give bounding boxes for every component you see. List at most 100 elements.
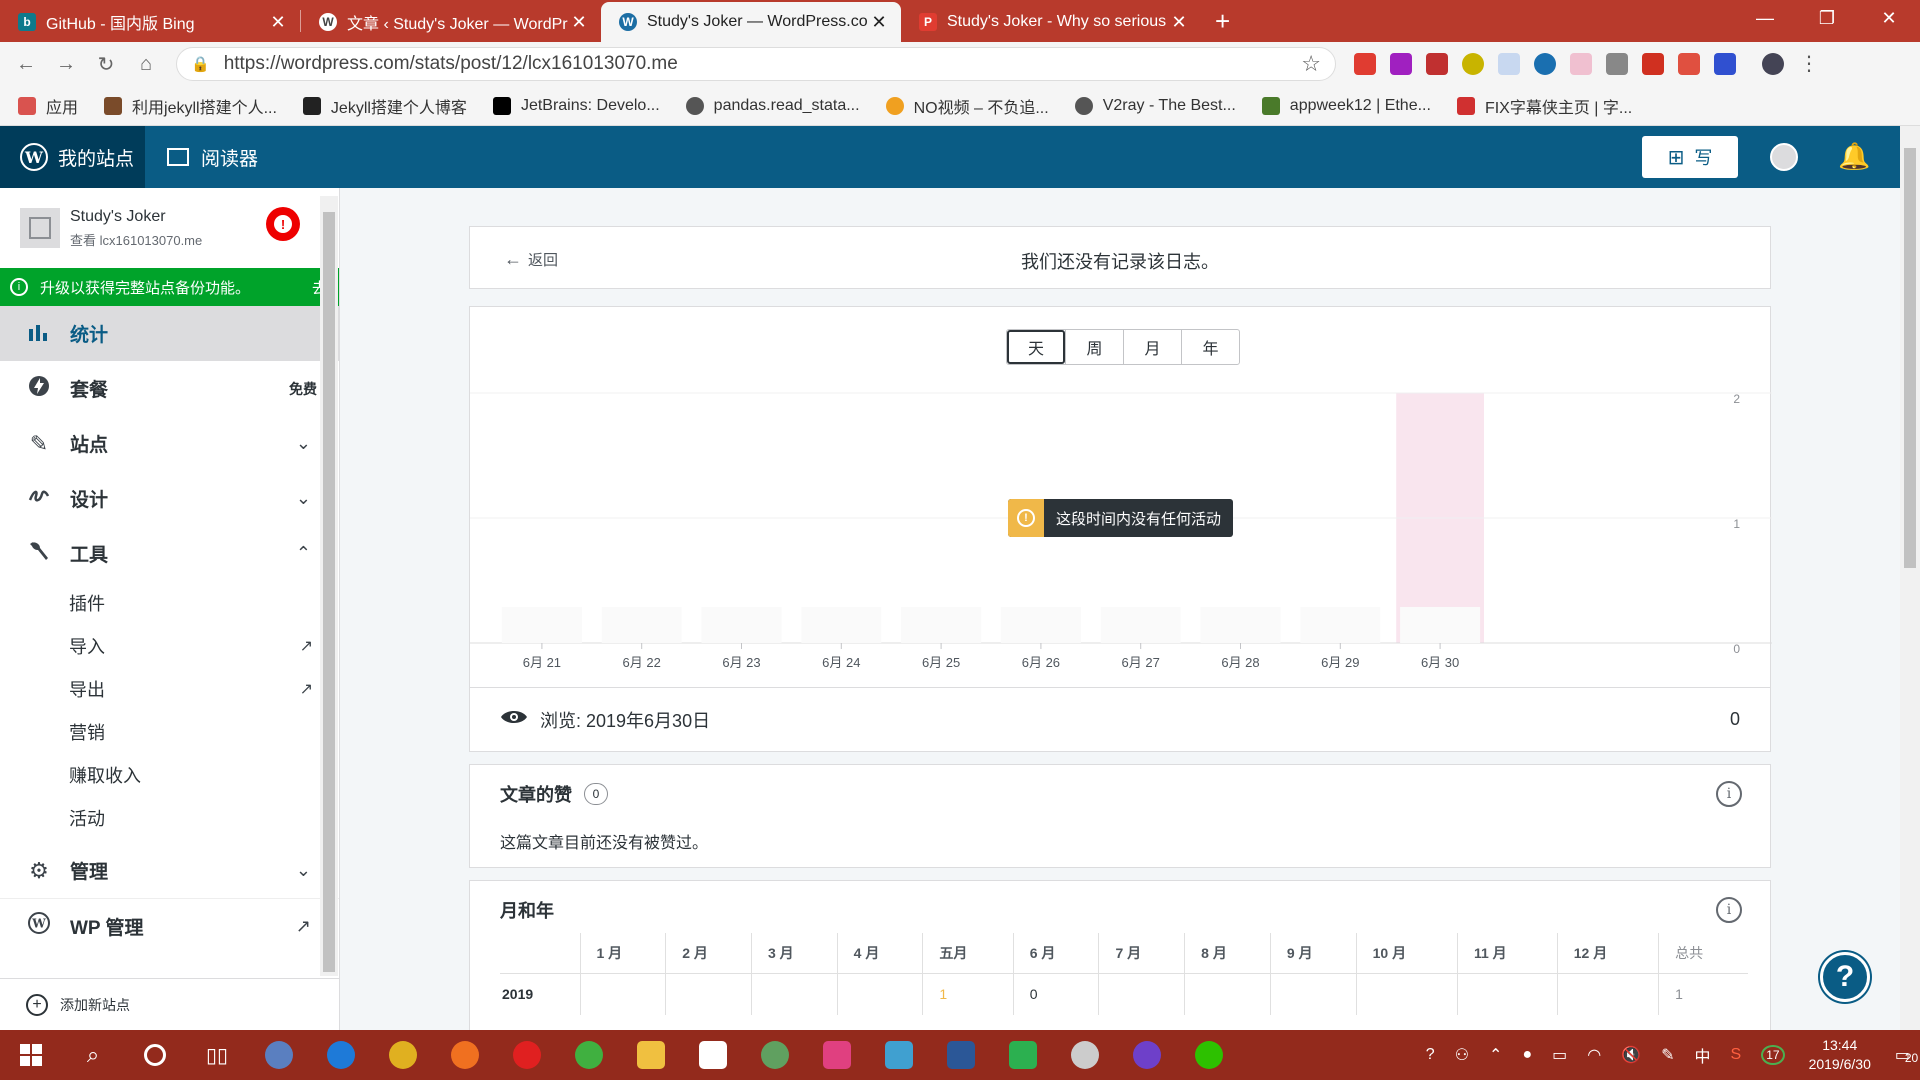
sidebar-subitem-earn[interactable]: 赚取收入 (0, 753, 339, 796)
star-icon[interactable]: ☆ (1301, 51, 1321, 77)
notifications-bell-icon[interactable]: 🔔 (1838, 141, 1870, 172)
address-bar[interactable]: 🔒 https://wordpress.com/stats/post/12/lc… (176, 47, 1336, 81)
sidebar-item-plans[interactable]: 套餐 免费 (0, 361, 339, 416)
chrome-icon[interactable] (372, 1041, 434, 1069)
sidebar-item-wp-admin[interactable]: W WP 管理 ↗ (0, 898, 339, 953)
extension-icon[interactable] (1390, 53, 1412, 75)
tab-day[interactable]: 天 (1007, 330, 1065, 364)
sidebar-subitem-import[interactable]: 导入 ↗ (0, 624, 339, 667)
task-view-icon[interactable]: ▯▯ (186, 1043, 248, 1068)
file-explorer-icon[interactable] (620, 1041, 682, 1069)
extension-icon[interactable] (1570, 53, 1592, 75)
site-url[interactable]: 查看 lcx161013070.me (70, 230, 202, 249)
restore-icon[interactable]: ❐ (1796, 0, 1858, 40)
help-button[interactable]: ? (1820, 952, 1870, 1002)
pen-icon[interactable]: ✎ (1661, 1045, 1674, 1065)
store-icon[interactable] (682, 1041, 744, 1069)
my-sites-button[interactable]: W 我的站点 (0, 126, 145, 188)
browser-tab[interactable]: b GitHub - 国内版 Bing ✕ (0, 2, 300, 42)
people-icon[interactable]: ⚇ (1455, 1045, 1469, 1065)
extension-icon[interactable] (1606, 53, 1628, 75)
bookmark[interactable]: appweek12 | Ethe... (1261, 96, 1431, 115)
reader-button[interactable]: 阅读器 (167, 144, 258, 171)
minimize-icon[interactable]: — (1734, 0, 1796, 40)
sidebar-item-site[interactable]: ✎ 站点 ⌄ (0, 416, 339, 471)
bookmark[interactable]: 利用jekyll搭建个人... (104, 94, 277, 118)
battery-icon[interactable]: ▭ (1552, 1045, 1567, 1065)
wechat-tray-icon[interactable]: ● (1522, 1046, 1532, 1064)
sidebar-scrollbar[interactable] (320, 196, 338, 976)
write-button[interactable]: ⊞ 写 (1642, 136, 1738, 178)
steam-icon[interactable] (1054, 1041, 1116, 1069)
sogou-icon[interactable]: S (1731, 1046, 1742, 1064)
hbuilder-icon[interactable] (992, 1041, 1054, 1069)
home-icon[interactable]: ⌂ (126, 53, 166, 76)
app-icon[interactable] (558, 1041, 620, 1069)
profile-avatar-icon[interactable] (1762, 53, 1784, 75)
android-studio-icon[interactable] (744, 1041, 806, 1069)
site-card[interactable]: Study's Joker 查看 lcx161013070.me ! (0, 188, 339, 268)
close-window-icon[interactable]: ✕ (1858, 0, 1920, 40)
back-arrow-icon[interactable]: ← (6, 53, 46, 76)
cortana-icon[interactable] (124, 1044, 186, 1066)
notification-center-icon[interactable]: ▭ 20 (1895, 1045, 1918, 1065)
firefox-icon[interactable] (434, 1041, 496, 1069)
edge-icon[interactable] (310, 1041, 372, 1069)
menu-kebab-icon[interactable]: ⋮ (1798, 53, 1820, 75)
extension-icon[interactable] (1678, 53, 1700, 75)
info-icon[interactable]: i (1716, 897, 1742, 923)
extension-icon[interactable] (1462, 53, 1484, 75)
close-tab-icon[interactable]: ✕ (569, 12, 589, 33)
reload-icon[interactable]: ↻ (86, 52, 126, 77)
sidebar-item-design[interactable]: 设计 ⌄ (0, 471, 339, 526)
alert-icon[interactable]: ! (266, 207, 300, 241)
opera-icon[interactable] (496, 1041, 558, 1069)
volume-muted-icon[interactable]: 🔇 (1621, 1045, 1641, 1065)
avatar[interactable] (1770, 143, 1798, 171)
sidebar-subitem-export[interactable]: 导出 ↗ (0, 667, 339, 710)
tab-year[interactable]: 年 (1181, 330, 1239, 364)
tray-badge[interactable]: 17 (1761, 1045, 1785, 1065)
bookmark[interactable]: FIX字幕侠主页 | 字... (1456, 94, 1632, 118)
windows-start-icon[interactable] (0, 1044, 62, 1066)
sidebar-subitem-marketing[interactable]: 营销 (0, 710, 339, 753)
sidebar-subitem-plugins[interactable]: 插件 (0, 581, 339, 624)
sidebar-item-manage[interactable]: ⚙ 管理 ⌄ (0, 843, 339, 898)
app-icon[interactable] (806, 1041, 868, 1069)
close-tab-icon[interactable]: ✕ (268, 12, 288, 33)
tab-month[interactable]: 月 (1123, 330, 1181, 364)
help-icon[interactable]: ? (1426, 1046, 1435, 1064)
upgrade-banner[interactable]: i 升级以获得完整站点备份功能。 去 (0, 268, 339, 306)
clock[interactable]: 13:44 2019/6/30 (1809, 1036, 1871, 1074)
bookmark[interactable]: pandas.read_stata... (685, 96, 860, 115)
add-new-site-button[interactable]: + 添加新站点 (0, 978, 340, 1030)
ime-indicator[interactable]: 中 (1695, 1043, 1711, 1067)
github-icon[interactable] (1116, 1041, 1178, 1069)
page-scrollbar[interactable] (1900, 126, 1920, 1030)
close-tab-icon[interactable]: ✕ (869, 12, 889, 33)
extension-icon[interactable] (1426, 53, 1448, 75)
wifi-icon[interactable]: ◠ (1587, 1045, 1601, 1065)
sidebar-item-tools[interactable]: 工具 ⌃ (0, 526, 339, 581)
tab-week[interactable]: 周 (1065, 330, 1123, 364)
sidebar-item-stats[interactable]: 统计 (0, 306, 339, 361)
extension-icon[interactable] (1642, 53, 1664, 75)
bookmark[interactable]: JetBrains: Develo... (492, 96, 660, 115)
extension-icon[interactable] (1354, 53, 1376, 75)
lock-icon[interactable]: 🔒 (191, 55, 210, 73)
bookmark[interactable]: Jekyll搭建个人博客 (302, 94, 467, 118)
app-icon[interactable] (868, 1041, 930, 1069)
forward-arrow-icon[interactable]: → (46, 53, 86, 76)
sidebar-subitem-activity[interactable]: 活动 (0, 796, 339, 839)
close-tab-icon[interactable]: ✕ (1169, 12, 1189, 33)
browser-tab[interactable]: W 文章 ‹ Study's Joker — WordPr ✕ (301, 2, 601, 42)
extension-icon[interactable] (1714, 53, 1736, 75)
extension-icon[interactable] (1498, 53, 1520, 75)
bookmark[interactable]: NO视频 – 不负追... (885, 94, 1049, 118)
bookmark[interactable]: 应用 (18, 94, 78, 118)
browser-tab-active[interactable]: W Study's Joker — WordPress.co ✕ (601, 2, 901, 42)
wechat-icon[interactable] (1178, 1041, 1240, 1069)
search-icon[interactable]: ⌕ (62, 1042, 124, 1068)
app-icon[interactable] (248, 1041, 310, 1069)
word-icon[interactable] (930, 1041, 992, 1069)
